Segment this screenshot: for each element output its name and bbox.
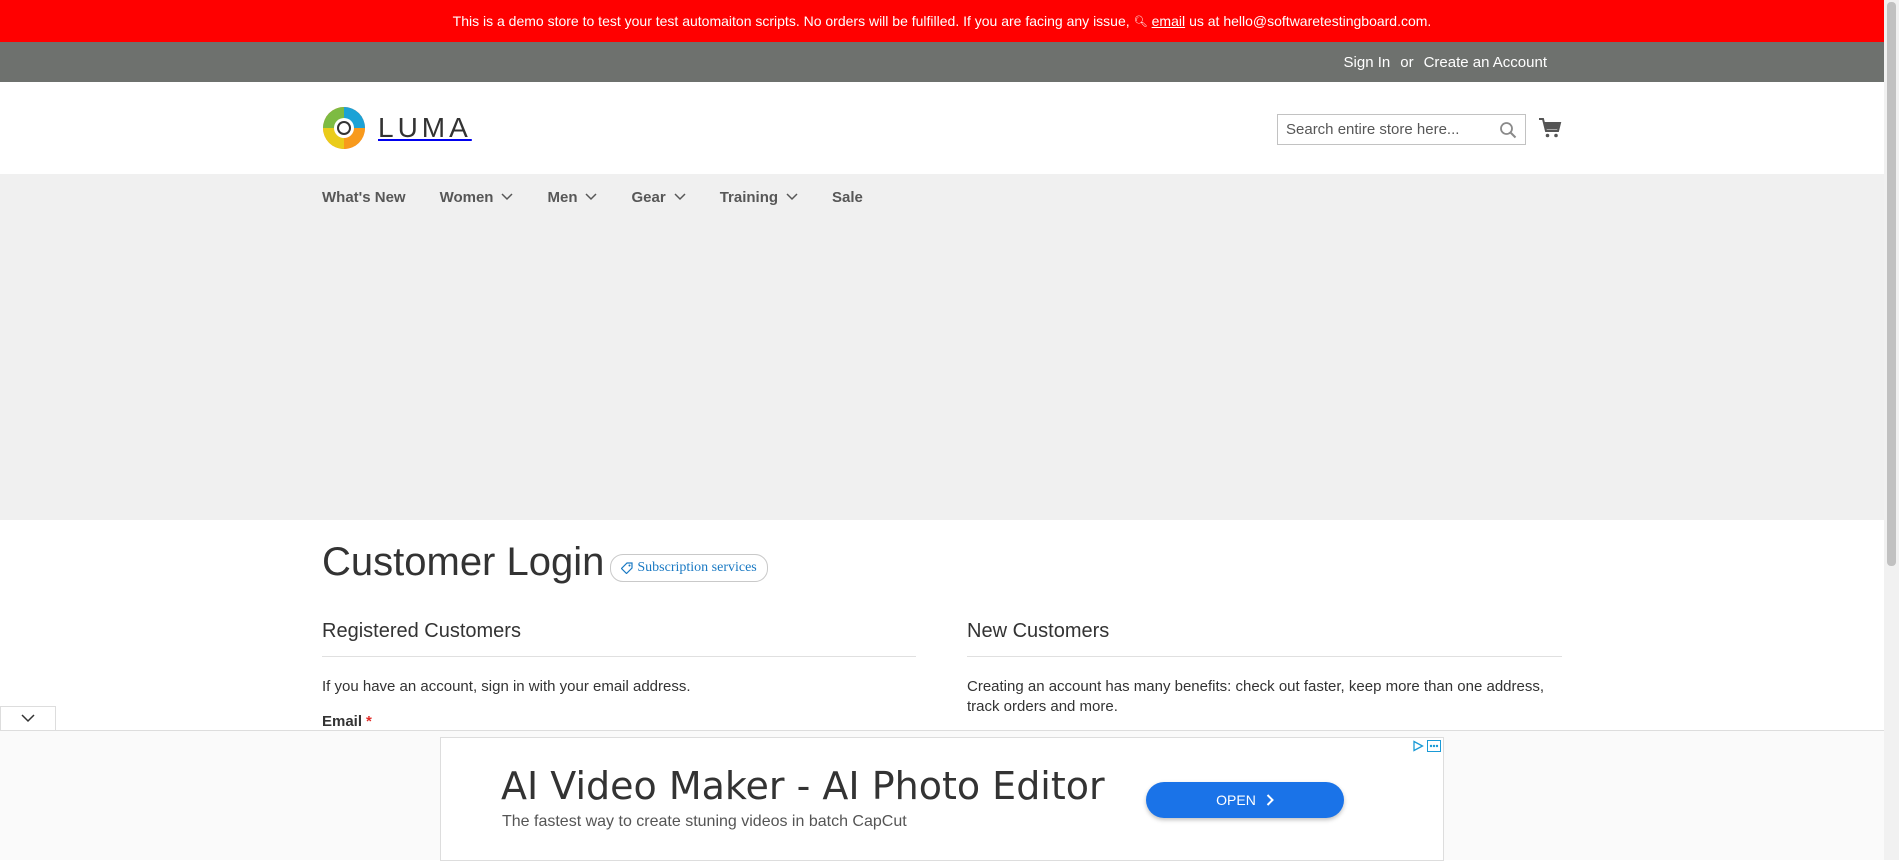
demo-notice-contact: us at hello@softwaretestingboard.com. bbox=[1189, 13, 1432, 29]
sign-in-link[interactable]: Sign In bbox=[1344, 54, 1391, 71]
chevron-down-icon bbox=[21, 714, 35, 723]
scrollbar-thumb[interactable] bbox=[1887, 2, 1896, 566]
registered-customers-text: If you have an account, sign in with you… bbox=[322, 678, 691, 695]
email-label: Email * bbox=[322, 713, 916, 730]
nav-item-women[interactable]: Women bbox=[440, 189, 514, 206]
search-input[interactable] bbox=[1278, 121, 1504, 138]
page-scrollbar[interactable] bbox=[1884, 0, 1899, 860]
page-title: Customer Login bbox=[322, 540, 605, 584]
ad-title: AI Video Maker - AI Photo Editor bbox=[501, 764, 1105, 808]
adchoices-icon bbox=[1413, 740, 1424, 752]
nav-item-label: Training bbox=[719, 188, 779, 206]
tag-icon bbox=[621, 561, 633, 574]
registered-customers-block: Registered Customers If you have an acco… bbox=[322, 620, 916, 730]
search-icon[interactable] bbox=[1499, 121, 1517, 139]
create-account-link[interactable]: Create an Account bbox=[1424, 54, 1547, 71]
luma-logo[interactable]: LUMA bbox=[322, 106, 472, 150]
search-box bbox=[1277, 114, 1526, 145]
nav-item-gear[interactable]: Gear bbox=[631, 188, 686, 206]
main-navigation: What's New Women Men Gear Training Sale bbox=[0, 174, 1884, 520]
ad-subtitle: The fastest way to create stuning videos… bbox=[502, 813, 907, 830]
or-separator: or bbox=[1400, 53, 1414, 71]
chevron-down-icon bbox=[786, 193, 798, 201]
shopping-cart-icon[interactable] bbox=[1538, 116, 1562, 140]
demo-email-link[interactable]: email bbox=[1152, 13, 1185, 29]
registered-customers-heading: Registered Customers bbox=[322, 620, 916, 657]
nav-item-whats-new[interactable]: What's New bbox=[322, 189, 406, 206]
nav-item-label: What's New bbox=[322, 188, 406, 206]
chevron-right-icon bbox=[1266, 794, 1274, 806]
site-header: LUMA bbox=[0, 82, 1884, 174]
new-customers-block: New Customers Creating an account has ma… bbox=[967, 620, 1562, 717]
nav-item-label: Women bbox=[439, 188, 494, 206]
chevron-down-icon bbox=[674, 193, 686, 201]
luma-logo-icon bbox=[323, 107, 365, 149]
magnifier-icon: 🔍︎ bbox=[1133, 15, 1148, 28]
ad-collapse-toggle[interactable] bbox=[0, 706, 56, 730]
demo-notice-banner: This is a demo store to test your test a… bbox=[0, 0, 1884, 42]
bottom-ad-overlay: AI Video Maker - AI Photo Editor The fas… bbox=[0, 730, 1884, 861]
chevron-down-icon bbox=[501, 193, 514, 201]
ad-open-button[interactable]: OPEN bbox=[1146, 782, 1344, 818]
new-customers-heading: New Customers bbox=[967, 620, 1562, 657]
adchoices[interactable] bbox=[1412, 740, 1441, 752]
logo-wordmark: LUMA bbox=[378, 112, 472, 143]
new-customers-text: Creating an account has many benefits: c… bbox=[967, 678, 1545, 715]
chevron-down-icon bbox=[585, 193, 598, 201]
top-links-bar: Sign In or Create an Account bbox=[0, 42, 1884, 82]
nav-item-label: Gear bbox=[631, 188, 666, 206]
subscription-services-label: Subscription services bbox=[637, 559, 757, 575]
page-title-area: Customer Login Subscription services bbox=[322, 540, 768, 585]
nav-item-sale[interactable]: Sale bbox=[832, 189, 863, 206]
ad-options-icon bbox=[1427, 740, 1441, 752]
required-mark: * bbox=[366, 713, 372, 730]
nav-item-label: Sale bbox=[832, 188, 863, 206]
nav-item-label: Men bbox=[547, 188, 578, 206]
nav-item-training[interactable]: Training bbox=[720, 189, 798, 206]
ad-open-label: OPEN bbox=[1216, 792, 1256, 808]
ad-banner[interactable]: AI Video Maker - AI Photo Editor The fas… bbox=[440, 737, 1444, 861]
demo-notice-text: This is a demo store to test your test a… bbox=[452, 13, 1130, 29]
email-label-text: Email bbox=[322, 713, 363, 730]
subscription-services-badge[interactable]: Subscription services bbox=[610, 553, 768, 582]
nav-item-men[interactable]: Men bbox=[547, 188, 598, 206]
